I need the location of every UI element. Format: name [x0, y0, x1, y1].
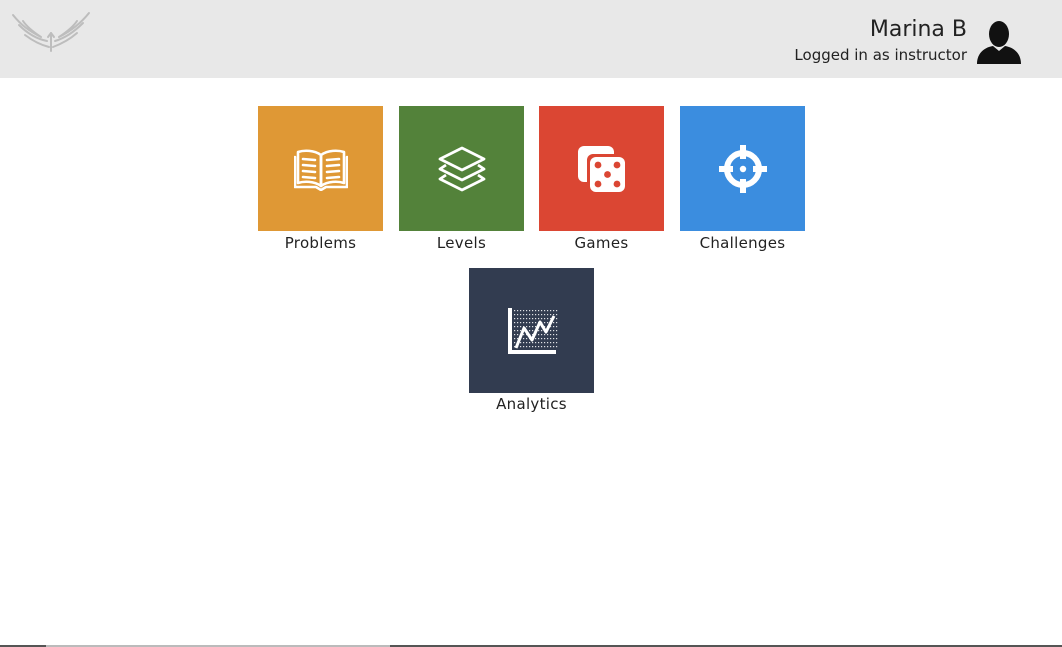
open-book-icon — [293, 148, 348, 191]
tile-games[interactable] — [539, 106, 664, 231]
top-header: Marina B Logged in as instructor — [0, 0, 1062, 78]
tile-label-games: Games — [574, 234, 629, 252]
tile-levels[interactable] — [399, 106, 524, 231]
crosshair-target-icon — [718, 144, 767, 193]
tile-challenges[interactable] — [680, 106, 805, 231]
tile-problems[interactable] — [258, 106, 383, 231]
tile-label-problems: Problems — [284, 234, 357, 252]
tile-label-analytics: Analytics — [496, 395, 567, 413]
line-chart-icon — [507, 307, 557, 354]
user-name: Marina B — [869, 17, 967, 42]
tile-label-levels: Levels — [436, 234, 487, 252]
tile-analytics[interactable] — [469, 268, 594, 393]
user-info: Marina B Logged in as instructor — [794, 16, 967, 66]
user-silhouette-icon[interactable] — [974, 20, 1024, 64]
dice-icon — [577, 145, 626, 192]
user-role: Logged in as instructor — [794, 46, 967, 64]
layers-icon — [438, 146, 485, 191]
wings-logo-icon[interactable] — [11, 11, 91, 53]
tile-label-challenges: Challenges — [699, 234, 786, 252]
